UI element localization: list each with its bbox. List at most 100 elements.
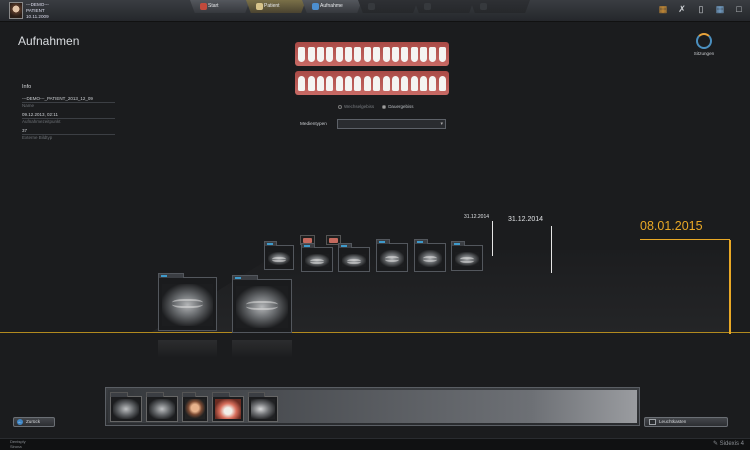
thumb-image — [215, 399, 241, 419]
status-bar: Dentsply Sirona ✎ Sidexis 4 — [0, 438, 750, 450]
tooth[interactable] — [298, 75, 306, 91]
top-bar: ---DEMO--- PATIENT 10.11.2009 Start Pati… — [0, 0, 750, 22]
tooth[interactable] — [326, 75, 334, 91]
tooth[interactable] — [363, 75, 371, 91]
tooth[interactable] — [373, 46, 381, 62]
option-dauergebiss[interactable]: Dauergebiss — [382, 104, 413, 109]
xray-card[interactable] — [338, 243, 370, 272]
trash-icon[interactable]: ▯ — [696, 3, 706, 15]
tab-disabled-1 — [358, 0, 418, 13]
tooth[interactable] — [429, 46, 437, 62]
play-icon — [368, 3, 375, 10]
tooth[interactable] — [335, 75, 343, 91]
tooth[interactable] — [420, 75, 428, 91]
tab-start[interactable]: Start — [190, 0, 250, 13]
xray-image — [380, 250, 404, 267]
xray-card[interactable] — [264, 241, 294, 270]
product-name-label: Sidexis 4 — [719, 441, 744, 447]
xray-card[interactable] — [301, 243, 333, 272]
product-name: ✎ Sidexis 4 — [713, 440, 744, 447]
session-date-small-line — [492, 221, 493, 256]
card-tab — [158, 273, 184, 278]
filmstrip-thumb[interactable] — [248, 392, 278, 422]
tooth[interactable] — [298, 46, 306, 62]
tooth[interactable] — [401, 46, 409, 62]
sessions-label: Sitzungen — [693, 51, 715, 56]
tooth[interactable] — [326, 46, 334, 62]
patient-avatar[interactable] — [9, 2, 23, 19]
edit-icon[interactable]: ✎ — [713, 441, 718, 447]
patient-info[interactable]: ---DEMO--- PATIENT 10.11.2009 — [26, 2, 49, 20]
filmstrip-thumb[interactable] — [182, 392, 208, 422]
xray-image — [305, 254, 329, 267]
session-date-small[interactable]: 31.12.2014 — [464, 214, 489, 220]
xray-card[interactable] — [376, 239, 408, 272]
tab-aufnahme[interactable]: Aufnahme — [302, 0, 362, 13]
xray-image — [342, 254, 366, 267]
tooth[interactable] — [420, 46, 428, 62]
tooth[interactable] — [345, 75, 353, 91]
tooth[interactable] — [307, 46, 315, 62]
windows-icon[interactable]: ▦ — [715, 3, 725, 15]
info-name-label: Name — [22, 102, 115, 108]
session-date-medium-line — [551, 226, 552, 273]
card-tab — [451, 241, 465, 246]
sessions-button[interactable]: Sitzungen — [690, 33, 718, 56]
lightbox-button[interactable]: Leuchtkasten — [644, 417, 728, 427]
tooth[interactable] — [429, 75, 437, 91]
thumb-image — [185, 399, 205, 419]
info-panel: Info ---DEMO---_PATIENT_2013_12_09 Name … — [22, 84, 115, 144]
tool-icon — [424, 3, 431, 10]
xray-card[interactable] — [451, 241, 483, 271]
tooth[interactable] — [354, 46, 362, 62]
vendor-line2: Sirona — [10, 443, 22, 449]
dental-chart[interactable] — [292, 37, 452, 102]
option-wechselgebiss[interactable]: Wechselgebiss — [338, 104, 374, 109]
session-date-current[interactable]: 08.01.2015 — [640, 219, 703, 233]
back-button[interactable]: ← Zurück — [13, 417, 55, 427]
card-tab — [264, 241, 277, 246]
close-icon[interactable]: □ — [734, 3, 744, 15]
tooth[interactable] — [382, 46, 390, 62]
tab-disabled-2 — [414, 0, 474, 13]
card-tab — [232, 275, 259, 280]
tooth[interactable] — [438, 75, 446, 91]
session-date-medium[interactable]: 31.12.2014 — [508, 216, 543, 223]
filmstrip-thumb[interactable] — [212, 392, 244, 422]
tooth[interactable] — [438, 46, 446, 62]
tooth[interactable] — [410, 46, 418, 62]
thumb-tab — [110, 392, 128, 397]
xray-image — [268, 252, 290, 265]
thumb-tab — [146, 392, 164, 397]
tooth[interactable] — [316, 46, 324, 62]
export-icon — [480, 3, 487, 10]
tooth[interactable] — [354, 75, 362, 91]
tooth[interactable] — [345, 46, 353, 62]
camera-icon — [312, 3, 319, 10]
tooth[interactable] — [410, 75, 418, 91]
tools-icon[interactable]: ✗ — [677, 3, 687, 15]
tooth[interactable] — [335, 46, 343, 62]
folder-icon[interactable]: ▦ — [658, 3, 668, 15]
xray-card[interactable] — [414, 239, 446, 272]
tab-patient[interactable]: Patient — [246, 0, 306, 13]
tooth[interactable] — [382, 75, 390, 91]
tooth[interactable] — [391, 75, 399, 91]
tooth[interactable] — [401, 75, 409, 91]
tooth[interactable] — [307, 75, 315, 91]
tooth[interactable] — [373, 75, 381, 91]
media-type-select[interactable]: ▾ — [337, 119, 446, 129]
panorama-card[interactable] — [232, 275, 292, 333]
filmstrip-thumb[interactable] — [146, 392, 178, 422]
info-heading: Info — [22, 84, 32, 90]
page-title: Aufnahmen — [18, 34, 80, 48]
xray-image — [418, 250, 442, 267]
tooth[interactable] — [316, 75, 324, 91]
tab-patient-label: Patient — [264, 3, 280, 9]
tooth[interactable] — [391, 46, 399, 62]
panorama-card[interactable] — [158, 273, 217, 331]
tooth[interactable] — [363, 46, 371, 62]
filmstrip-thumb[interactable] — [110, 392, 142, 422]
lower-jaw[interactable] — [295, 71, 449, 95]
upper-jaw[interactable] — [295, 42, 449, 66]
